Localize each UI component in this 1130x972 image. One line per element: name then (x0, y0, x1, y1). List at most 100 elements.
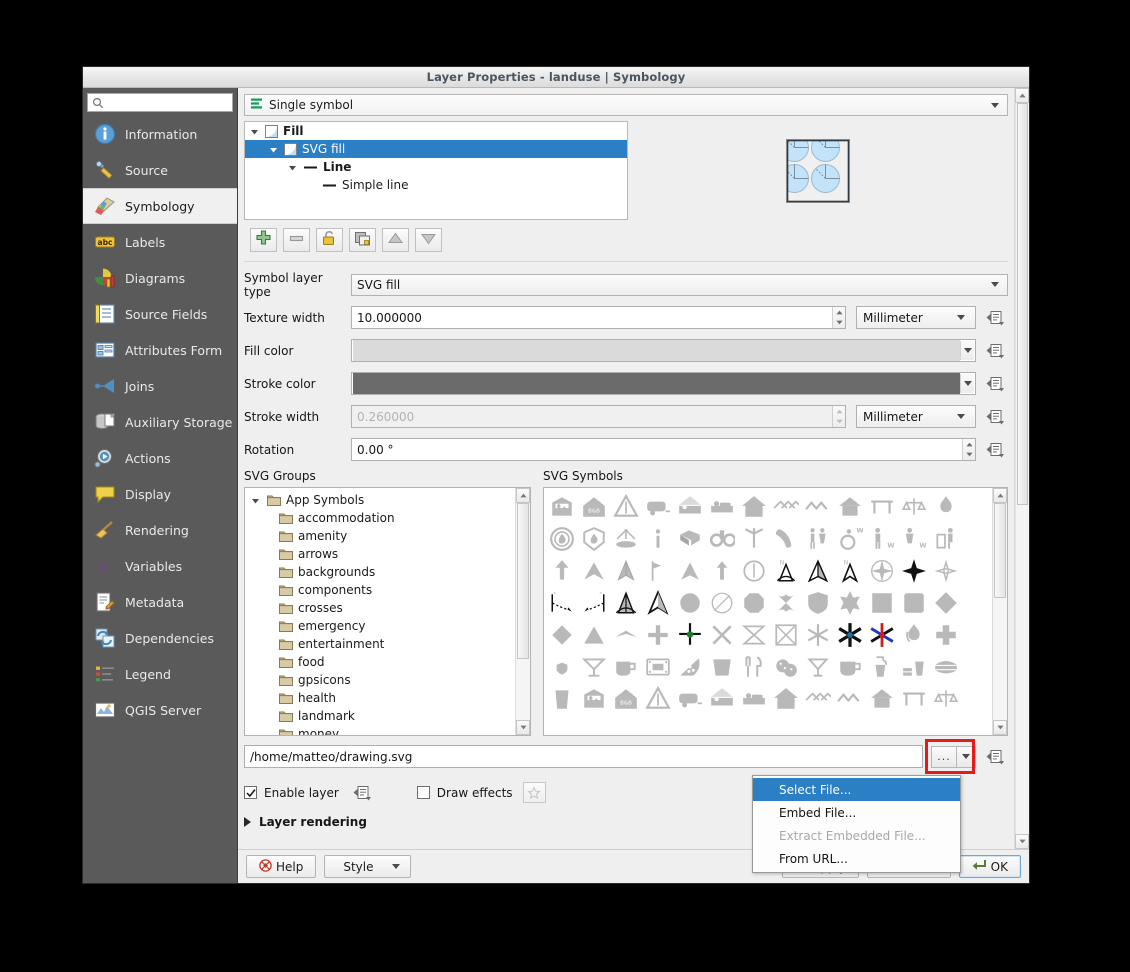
sidebar-item-symbology[interactable]: Symbology (83, 188, 237, 224)
stepper-up-icon[interactable] (833, 406, 845, 417)
stroke-color-dropdown[interactable] (960, 374, 974, 393)
svg-symbol-north-arrow-thin-icon[interactable]: N (834, 555, 866, 587)
symbol-tree-item[interactable]: Fill (245, 122, 627, 140)
stepper-down-icon[interactable] (833, 318, 845, 329)
svg-symbol-rounded-square-icon[interactable] (898, 587, 930, 619)
fill-color-button[interactable] (351, 339, 976, 362)
svg-symbol-asterisk-color-icon[interactable] (866, 619, 898, 651)
svg-symbol-maltese-cross-icon[interactable] (770, 587, 802, 619)
svg-symbol-fastfood-icon[interactable] (898, 651, 930, 683)
svg-symbol-clock-icon[interactable] (738, 555, 770, 587)
svg-symbol-film-icon[interactable] (642, 651, 674, 683)
chevron-down-icon[interactable] (392, 864, 400, 869)
scroll-up-arrow-icon[interactable] (993, 488, 1007, 503)
svg-group-item[interactable]: crosses (245, 599, 515, 617)
svg-symbol-fountain-icon[interactable] (610, 523, 642, 555)
scroll-down-arrow-icon[interactable] (993, 720, 1007, 735)
svg-symbol-diamond-icon[interactable] (930, 587, 962, 619)
lock-layer-button[interactable] (316, 228, 343, 252)
rotation-stepper[interactable] (962, 439, 975, 460)
svg-symbol-info-marker-icon[interactable] (642, 523, 674, 555)
svg-symbol-toilets-icon[interactable] (802, 523, 834, 555)
sidebar-item-source[interactable]: Source (83, 152, 237, 188)
svg-symbol-small-shield-icon[interactable] (546, 651, 578, 683)
data-defined-override-button[interactable] (351, 784, 375, 801)
svg-symbol-drink-tap-icon[interactable] (866, 651, 898, 683)
stepper-down-icon[interactable] (963, 450, 975, 461)
svg-symbol-fire-badge-icon[interactable] (546, 523, 578, 555)
svg-symbol-roof-icon[interactable] (770, 491, 802, 523)
sidebar-item-variables[interactable]: εVariables (83, 548, 237, 584)
sidebar-item-display[interactable]: Display (83, 476, 237, 512)
draw-effects-checkbox[interactable] (417, 786, 430, 799)
sidebar-item-auxiliary-storage[interactable]: Auxiliary Storage (83, 404, 237, 440)
svg-symbol-burger-icon[interactable] (930, 651, 962, 683)
search-input[interactable] (104, 95, 255, 110)
scroll-down-arrow-icon[interactable] (1015, 834, 1029, 849)
symbol-tree-item[interactable]: Simple line (245, 176, 627, 194)
svg-symbol-handcuffs-icon[interactable] (706, 523, 738, 555)
svg-symbol-waste-basket-icon[interactable] (930, 523, 962, 555)
svg-symbol-scales-icon[interactable] (898, 491, 930, 523)
svg-symbol-north-arrow-outline-icon[interactable] (642, 587, 674, 619)
svg-symbol-star-6-icon[interactable] (834, 587, 866, 619)
enable-layer-checkbox[interactable] (244, 786, 257, 799)
svg-symbol-arrow-nav-icon[interactable] (610, 555, 642, 587)
svg-groups-list[interactable]: App Symbolsaccommodationamenityarrowsbac… (245, 488, 515, 735)
svg-symbol-arrowhead2-icon[interactable] (674, 555, 706, 587)
data-defined-override-button[interactable] (984, 441, 1008, 458)
svg-symbol-chevron-icon[interactable] (610, 619, 642, 651)
stepper-up-icon[interactable] (963, 439, 975, 450)
data-defined-override-button[interactable] (984, 748, 1008, 765)
svg-groups-scrollbar[interactable] (515, 488, 530, 735)
file-menu-dropdown-button[interactable] (957, 746, 976, 768)
svg-symbol-caravan-icon[interactable] (642, 491, 674, 523)
svg-group-item[interactable]: backgrounds (245, 563, 515, 581)
svg-symbol-north-arrow-fan-icon[interactable]: N (770, 555, 802, 587)
data-defined-override-button[interactable] (984, 408, 1008, 425)
svg-symbol-roof-icon[interactable] (802, 683, 834, 715)
svg-symbols-grid[interactable]: B&BWCWCWCNN**B&B (544, 488, 992, 718)
symbol-layer-type-combo[interactable]: SVG fill (351, 274, 1008, 296)
stepper-down-icon[interactable] (833, 417, 845, 428)
sidebar-item-legend[interactable]: Legend (83, 656, 237, 692)
svg-symbol-x-box-icon[interactable] (738, 619, 770, 651)
svg-symbol-cocktail-icon[interactable] (578, 651, 610, 683)
sidebar-item-metadata[interactable]: Metadata (83, 584, 237, 620)
svg-symbol-tent-icon[interactable] (610, 491, 642, 523)
sidebar-item-dependencies[interactable]: Dependencies (83, 620, 237, 656)
scroll-track[interactable] (1015, 103, 1029, 834)
sidebar-item-diagrams[interactable]: Diagrams (83, 260, 237, 296)
svg-symbol-flame2-icon[interactable] (898, 619, 930, 651)
scroll-up-arrow-icon[interactable] (516, 488, 530, 503)
stepper-up-icon[interactable] (833, 307, 845, 318)
svg-group-item[interactable]: amenity (245, 527, 515, 545)
svg-group-item[interactable]: health (245, 689, 515, 707)
svg-symbol-x-cross-icon[interactable] (706, 619, 738, 651)
svg-symbol-asterisk-icon[interactable] (802, 619, 834, 651)
svg-path-input[interactable]: /home/matteo/drawing.svg (244, 745, 923, 768)
file-source-menu[interactable]: Select File...Embed File...Extract Embed… (752, 775, 961, 873)
svg-symbol-caravan-icon[interactable] (674, 683, 706, 715)
svg-symbol-bed-icon[interactable] (706, 491, 738, 523)
svg-group-item[interactable]: landmark (245, 707, 515, 725)
svg-symbol-bed-house-icon[interactable] (706, 683, 738, 715)
svg-symbol-leader-line-left-icon[interactable]: * (578, 587, 610, 619)
svg-symbol-phone-icon[interactable] (770, 523, 802, 555)
duplicate-layer-button[interactable] (349, 228, 376, 252)
svg-symbol-cross-thin-icon[interactable] (642, 619, 674, 651)
scroll-down-arrow-icon[interactable] (516, 720, 530, 735)
chevron-down-icon[interactable] (957, 315, 965, 320)
sidebar-item-source-fields[interactable]: Source Fields (83, 296, 237, 332)
svg-symbol-cross-green-icon[interactable] (674, 619, 706, 651)
svg-symbol-cup-icon[interactable] (706, 651, 738, 683)
svg-symbol-shield-icon[interactable] (802, 587, 834, 619)
rotation-input[interactable]: 0.00 ° (351, 438, 976, 461)
chevron-down-icon[interactable] (991, 282, 999, 287)
svg-symbol-tent-icon[interactable] (642, 683, 674, 715)
svg-symbol-wc-woman-icon[interactable]: WC (898, 523, 930, 555)
svg-symbol-flame-icon[interactable] (930, 491, 962, 523)
texture-width-unit-combo[interactable]: Millimeter (856, 306, 976, 329)
svg-symbol-circle-icon[interactable] (674, 587, 706, 619)
svg-symbol-restaurant-icon[interactable] (738, 651, 770, 683)
